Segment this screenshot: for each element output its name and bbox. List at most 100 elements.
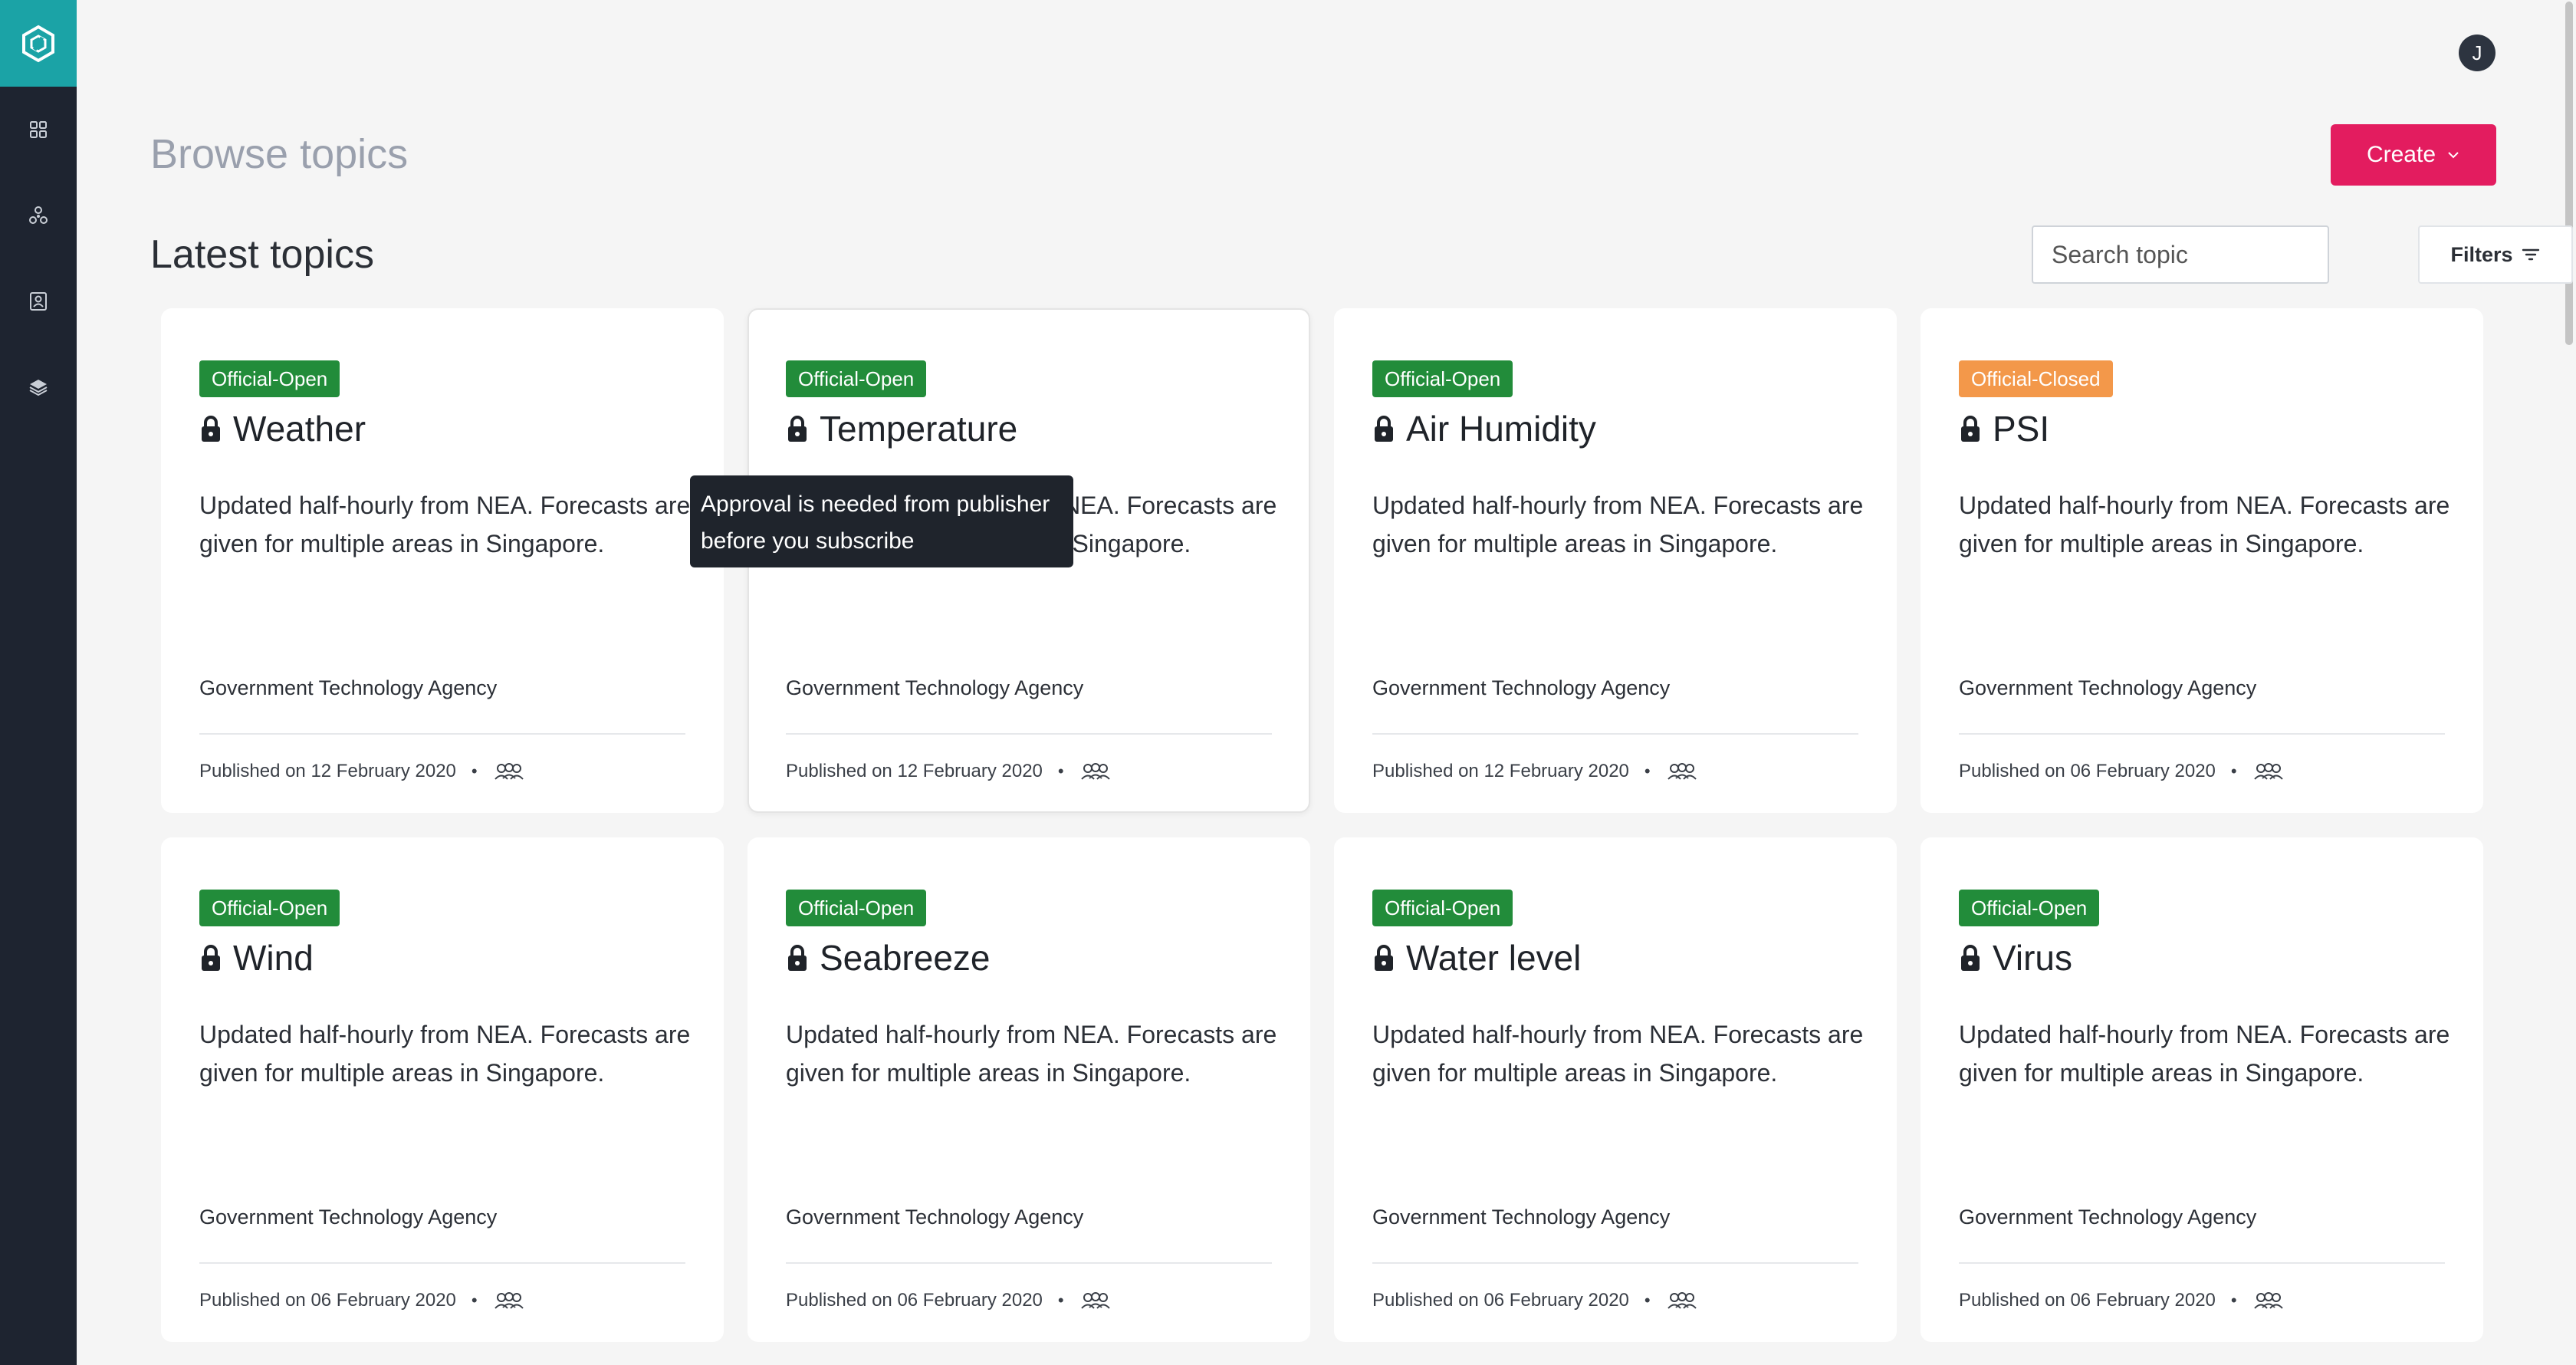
topic-card[interactable]: Official-Open Virus Updated half-hourly … [1921, 837, 2483, 1342]
create-button-label: Create [2366, 142, 2436, 167]
status-badge: Official-Open [199, 890, 340, 926]
card-title-text: Weather [233, 409, 366, 449]
lock-icon [1375, 416, 1393, 442]
subscribers-icon [1080, 763, 1110, 780]
card-title-text: Seabreeze [820, 938, 991, 978]
search-input[interactable] [2032, 225, 2329, 284]
separator-dot: • [1057, 761, 1064, 781]
card-title: Air Humidity [1372, 408, 1596, 449]
published-date: Published on 06 February 2020 [1959, 1290, 2216, 1311]
card-meta: Published on 06 February 2020 • [786, 1290, 1112, 1311]
card-title: PSI [1959, 408, 2049, 449]
card-meta: Published on 12 February 2020 • [786, 761, 1112, 782]
card-organization: Government Technology Agency [199, 676, 498, 699]
published-date: Published on 06 February 2020 [1959, 761, 2216, 781]
subscribers-icon [494, 763, 524, 780]
topic-card[interactable]: Official-Open Weather Updated half-hourl… [161, 308, 724, 813]
page-title: Browse topics [150, 131, 409, 177]
subscribers-icon [2253, 1292, 2283, 1309]
card-title: Weather [199, 408, 366, 449]
separator-dot: • [2230, 1291, 2237, 1310]
lock-icon [1961, 416, 1980, 442]
sidebar-item-layers[interactable] [0, 344, 77, 430]
card-meta: Published on 06 February 2020 • [199, 1290, 525, 1311]
app-logo[interactable] [0, 0, 77, 87]
main-content: J Browse topics Create Latest topics Fil… [77, 0, 2573, 1365]
sidebar-item-network[interactable] [0, 173, 77, 258]
filters-button-label: Filters [2450, 242, 2513, 266]
lock-icon [202, 945, 220, 971]
card-divider [199, 733, 685, 735]
card-organization: Government Technology Agency [199, 1205, 498, 1228]
published-date: Published on 12 February 2020 [199, 761, 456, 781]
card-title: Temperature [786, 408, 1017, 449]
status-badge: Official-Open [786, 890, 927, 926]
scrollbar-track[interactable] [2561, 0, 2576, 1365]
card-organization: Government Technology Agency [1959, 1205, 2257, 1228]
subscribers-icon [1667, 1292, 1697, 1309]
lock-icon [788, 945, 807, 971]
lock-icon [1375, 945, 1393, 971]
separator-dot: • [471, 761, 478, 781]
topic-card[interactable]: Official-Open Seabreeze Updated half-hou… [748, 837, 1310, 1342]
card-meta: Published on 12 February 2020 • [199, 761, 525, 782]
card-description: Updated half-hourly from NEA. Forecasts … [1959, 492, 2450, 558]
filters-button[interactable]: Filters [2418, 225, 2573, 284]
topic-cards-grid: Official-Open Weather Updated half-hourl… [161, 308, 2483, 1342]
card-organization: Government Technology Agency [1959, 676, 2257, 699]
card-description: Updated half-hourly from NEA. Forecasts … [199, 492, 691, 558]
status-badge: Official-Open [1959, 890, 2100, 926]
topic-card[interactable]: Official-Open Air Humidity Updated half-… [1334, 308, 1897, 813]
separator-dot: • [1644, 1291, 1651, 1310]
lock-icon [202, 416, 220, 442]
card-title: Wind [199, 937, 314, 979]
card-title-text: Air Humidity [1406, 409, 1596, 449]
card-title-text: Virus [1993, 938, 2072, 978]
card-meta: Published on 06 February 2020 • [1372, 1290, 1698, 1311]
contact-book-icon [30, 292, 47, 311]
scrollbar-thumb[interactable] [2565, 2, 2573, 345]
card-title: Seabreeze [786, 937, 991, 979]
card-description: Updated half-hourly from NEA. Forecasts … [1959, 1021, 2450, 1087]
card-meta: Published on 06 February 2020 • [1959, 761, 2285, 782]
sidebar [0, 0, 77, 1365]
separator-dot: • [1057, 1291, 1064, 1310]
card-organization: Government Technology Agency [1372, 676, 1671, 699]
published-date: Published on 06 February 2020 [199, 1290, 456, 1311]
card-title-text: Temperature [820, 409, 1018, 449]
card-organization: Government Technology Agency [786, 1205, 1084, 1228]
card-divider [199, 1262, 685, 1264]
card-description: Updated half-hourly from NEA. Forecasts … [199, 1021, 691, 1087]
card-title: Virus [1959, 937, 2072, 979]
card-title-text: Water level [1406, 938, 1582, 978]
published-date: Published on 06 February 2020 [1372, 1290, 1629, 1311]
create-button[interactable]: Create [2331, 124, 2496, 186]
lock-icon [788, 416, 807, 442]
status-badge: Official-Closed [1959, 360, 2113, 397]
sidebar-item-dashboard[interactable] [0, 87, 77, 173]
card-title: Water level [1372, 937, 1581, 979]
status-badge: Official-Open [1372, 890, 1513, 926]
card-description: Updated half-hourly from NEA. Forecasts … [1372, 492, 1864, 558]
section-title: Latest topics [150, 232, 374, 277]
published-date: Published on 12 February 2020 [1372, 761, 1629, 781]
sidebar-item-contacts[interactable] [0, 258, 77, 344]
logo-icon [22, 25, 54, 62]
topic-card[interactable]: Official-Open Water level Updated half-h… [1334, 837, 1897, 1342]
card-divider [1372, 733, 1858, 735]
card-divider [786, 1262, 1272, 1264]
user-avatar[interactable]: J [2459, 35, 2496, 71]
published-date: Published on 06 February 2020 [786, 1290, 1043, 1311]
topic-card[interactable]: Official-Open Wind Updated half-hourly f… [161, 837, 724, 1342]
status-badge: Official-Open [1372, 360, 1513, 397]
card-divider [1959, 1262, 2445, 1264]
subscribers-icon [1080, 1292, 1110, 1309]
card-title-text: Wind [233, 938, 314, 978]
card-description: Updated half-hourly from NEA. Forecasts … [786, 1021, 1277, 1087]
card-divider [786, 733, 1272, 735]
card-divider [1372, 1262, 1858, 1264]
topic-card[interactable]: Official-Closed PSI Updated half-hourly … [1921, 308, 2483, 813]
approval-tooltip: Approval is needed from publisher before… [690, 475, 1073, 567]
dashboard-grid-icon [30, 121, 47, 138]
subscribers-icon [1667, 763, 1697, 780]
